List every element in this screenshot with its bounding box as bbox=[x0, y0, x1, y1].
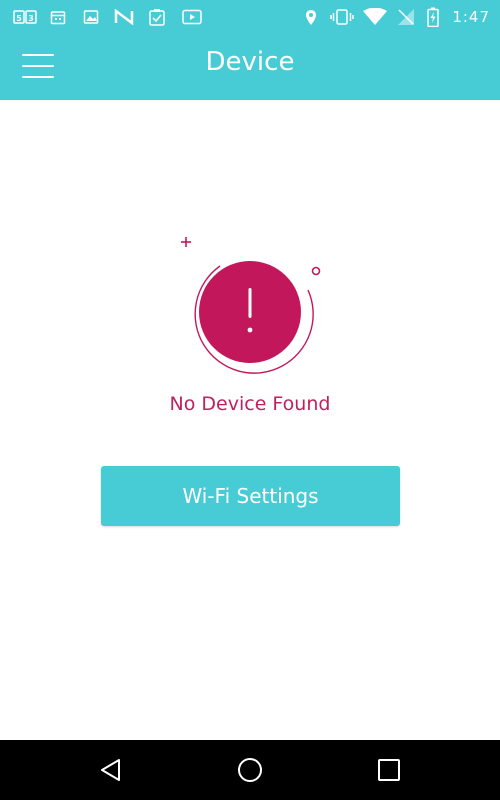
youtube-icon bbox=[181, 7, 203, 27]
battery-charging-icon bbox=[425, 7, 441, 27]
home-icon[interactable] bbox=[236, 756, 264, 784]
navigation-bar bbox=[0, 740, 500, 800]
clipboard-icon bbox=[147, 7, 167, 27]
svg-text:5: 5 bbox=[16, 14, 22, 23]
no-device-message: No Device Found bbox=[169, 393, 331, 415]
wifi-icon bbox=[361, 7, 389, 27]
location-icon bbox=[303, 7, 319, 27]
app-bar: Device bbox=[0, 34, 500, 100]
photos-icon bbox=[82, 7, 100, 27]
calendar-icon bbox=[49, 7, 67, 27]
wifi-settings-button[interactable]: Wi-Fi Settings bbox=[101, 466, 400, 526]
sim-icon: 5 3 bbox=[12, 7, 38, 27]
alert-circle-icon bbox=[178, 230, 328, 380]
vibrate-icon bbox=[329, 7, 355, 27]
status-bar: 5 3 1:47 bbox=[0, 0, 500, 34]
n-icon bbox=[113, 7, 135, 27]
back-icon[interactable] bbox=[97, 756, 125, 784]
top-bar: 5 3 1:47 Device bbox=[0, 0, 500, 100]
page-title: Device bbox=[205, 47, 295, 77]
recents-icon[interactable] bbox=[375, 756, 403, 784]
status-time: 1:47 bbox=[452, 8, 490, 26]
svg-text:3: 3 bbox=[28, 14, 34, 23]
no-signal-icon bbox=[396, 7, 416, 27]
